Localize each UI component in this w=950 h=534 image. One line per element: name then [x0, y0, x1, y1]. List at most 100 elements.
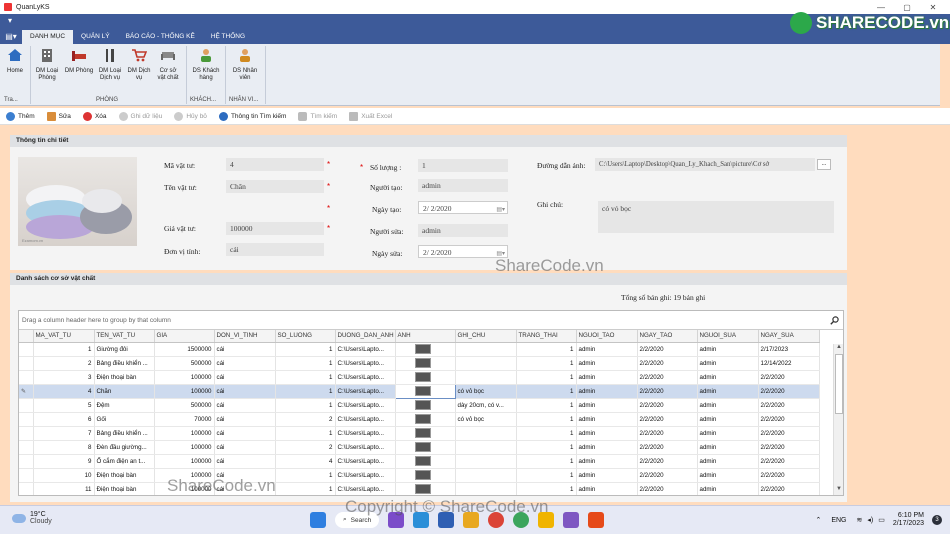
cell-so-luong[interactable]: 1 — [275, 370, 336, 385]
gia-vat-tu-field[interactable]: 100000 — [226, 222, 324, 235]
app-menu-icon[interactable]: ▤▾ — [0, 30, 22, 44]
cell-anh[interactable] — [395, 412, 456, 427]
ten-vat-tu-field[interactable]: Chăn — [226, 180, 324, 193]
volume-icon[interactable]: ◂) — [867, 516, 873, 524]
cell-ghi-chu[interactable] — [455, 440, 517, 455]
save-button[interactable]: Ghi dữ liệu — [118, 111, 162, 121]
cell-ghi-chu[interactable] — [455, 454, 517, 469]
cell-ghi-chu[interactable] — [455, 370, 517, 385]
cell-ten-vat-tu[interactable]: Điện thoại bàn — [94, 482, 155, 495]
ghi-chu-field[interactable]: có vỏ bọc — [598, 201, 834, 233]
dm-loai-phong-button[interactable]: DM Loại Phòng — [33, 48, 61, 82]
column-header-duong-dan-anh[interactable]: DUONG_DAN_ANH — [335, 330, 396, 343]
quick-access-dropdown-icon[interactable]: ▾ — [8, 16, 12, 25]
cell-ngay-sua[interactable]: 2/2/2020 — [758, 370, 820, 385]
scroll-up-icon[interactable]: ▲ — [834, 344, 843, 353]
cell-ten-vat-tu[interactable]: Ổ cắm điện an t... — [94, 454, 155, 469]
cell-ma-vat-tu[interactable]: 3 — [33, 370, 95, 385]
cell-gia[interactable]: 500000 — [154, 356, 215, 371]
cell-don-vi-tinh[interactable]: cái — [214, 384, 276, 399]
maximize-button[interactable]: ▢ — [894, 3, 920, 12]
cell-so-luong[interactable]: 4 — [275, 454, 336, 469]
cell-trang-thai[interactable]: 1 — [516, 440, 577, 455]
cell-trang-thai[interactable]: 1 — [516, 356, 577, 371]
cell-gia[interactable]: 100000 — [154, 426, 215, 441]
cell-nguoi-tao[interactable]: admin — [576, 398, 638, 413]
row-indicator[interactable] — [19, 468, 34, 483]
cell-ngay-tao[interactable]: 2/2/2020 — [637, 440, 698, 455]
cell-so-luong[interactable]: 2 — [275, 440, 336, 455]
column-header-so-luong[interactable]: SO_LUONG — [275, 330, 336, 343]
cell-don-vi-tinh[interactable]: cái — [214, 426, 276, 441]
cell-ten-vat-tu[interactable]: Giường đôi — [94, 342, 155, 357]
cell-ghi-chu[interactable] — [455, 468, 517, 483]
nguoi-tao-field[interactable]: admin — [418, 179, 508, 192]
cell-ten-vat-tu[interactable]: Điện thoại bàn — [94, 468, 155, 483]
cell-ngay-sua[interactable]: 2/2/2020 — [758, 454, 820, 469]
cell-so-luong[interactable]: 1 — [275, 342, 336, 357]
table-row[interactable]: 11 Điện thoại bàn 100000 cái 1 C:\Users\Lapto… — [19, 482, 820, 495]
edit-button[interactable]: Sửa — [46, 111, 71, 121]
cell-ghi-chu[interactable]: có vỏ bọc — [455, 412, 517, 427]
notification-badge[interactable]: 3 — [932, 515, 942, 525]
search-icon[interactable] — [830, 316, 839, 325]
cell-trang-thai[interactable]: 1 — [516, 342, 577, 357]
cell-don-vi-tinh[interactable]: cái — [214, 454, 276, 469]
cell-trang-thai[interactable]: 1 — [516, 482, 577, 495]
column-header-ghi-chu[interactable]: GHI_CHU — [455, 330, 517, 343]
row-indicator[interactable]: ✎ — [19, 384, 34, 399]
cell-don-vi-tinh[interactable]: cái — [214, 342, 276, 357]
row-indicator[interactable] — [19, 412, 34, 427]
row-indicator[interactable] — [19, 342, 34, 357]
column-header-ten-vat-tu[interactable]: TEN_VAT_TU — [94, 330, 155, 343]
cell-so-luong[interactable]: 1 — [275, 468, 336, 483]
cell-nguoi-tao[interactable]: admin — [576, 370, 638, 385]
cell-nguoi-tao[interactable]: admin — [576, 468, 638, 483]
cell-ten-vat-tu[interactable]: Bảng điều khiển ... — [94, 426, 155, 441]
cell-anh[interactable] — [395, 342, 456, 357]
cell-don-vi-tinh[interactable]: cái — [214, 440, 276, 455]
cell-nguoi-tao[interactable]: admin — [576, 482, 638, 495]
row-indicator[interactable] — [19, 370, 34, 385]
cell-nguoi-tao[interactable]: admin — [576, 342, 638, 357]
browse-button[interactable]: ... — [817, 159, 831, 170]
table-row[interactable]: 5 Đệm 500000 cái 1 C:\Users\Lapto... dày 20cm,… — [19, 398, 820, 413]
cell-so-luong[interactable]: 1 — [275, 482, 336, 495]
cell-anh[interactable] — [394, 383, 456, 399]
cell-so-luong[interactable]: 1 — [275, 384, 336, 399]
cell-duong-dan-anh[interactable]: C:\Users\Lapto... — [335, 412, 396, 427]
cell-ngay-tao[interactable]: 2/2/2020 — [637, 356, 698, 371]
weather-widget[interactable]: 19°C Cloudy — [12, 511, 52, 525]
cell-gia[interactable]: 1500000 — [154, 342, 215, 357]
scrollbar-thumb[interactable] — [835, 354, 843, 414]
row-indicator[interactable] — [19, 356, 34, 371]
column-header-anh[interactable]: ANH — [395, 330, 456, 343]
cell-ghi-chu[interactable]: dày 20cm, có v... — [455, 398, 517, 413]
cell-trang-thai[interactable]: 1 — [516, 384, 577, 399]
cell-ghi-chu[interactable]: có vỏ bọc — [455, 384, 517, 399]
close-button[interactable]: ✕ — [920, 3, 946, 12]
cell-nguoi-sua[interactable]: admin — [697, 482, 759, 495]
cell-nguoi-sua[interactable]: admin — [697, 412, 759, 427]
cell-ten-vat-tu[interactable]: Bảng điều khiển ... — [94, 356, 155, 371]
tab-quan-ly[interactable]: QUẢN LÝ — [73, 30, 118, 44]
cell-nguoi-tao[interactable]: admin — [576, 454, 638, 469]
cell-nguoi-sua[interactable]: admin — [697, 356, 759, 371]
cell-ten-vat-tu[interactable]: Đệm — [94, 398, 155, 413]
delete-button[interactable]: Xóa — [82, 111, 107, 121]
row-indicator[interactable] — [19, 426, 34, 441]
cell-ten-vat-tu[interactable]: Đèn đầu giường... — [94, 440, 155, 455]
cell-duong-dan-anh[interactable]: C:\Users\Lapto... — [335, 482, 396, 495]
language-indicator[interactable]: ENG — [831, 517, 846, 524]
vertical-scrollbar[interactable]: ▲ ▼ — [833, 344, 843, 495]
cell-duong-dan-anh[interactable]: C:\Users\Lapto... — [335, 440, 396, 455]
cell-duong-dan-anh[interactable]: C:\Users\Lapto... — [335, 384, 396, 399]
row-indicator[interactable] — [19, 398, 34, 413]
cell-gia[interactable]: 70000 — [154, 412, 215, 427]
nguoi-sua-field[interactable]: admin — [418, 224, 508, 237]
table-row[interactable]: 8 Đèn đầu giường... 100000 cái 2 C:\Users\Lap… — [19, 440, 820, 455]
table-row[interactable]: 9Ổ cắm điện an t... 100000 cái 4 C:\Users\La… — [19, 454, 820, 469]
search-button[interactable]: Tìm kiếm — [298, 111, 337, 121]
row-indicator[interactable] — [19, 482, 34, 495]
cell-nguoi-sua[interactable]: admin — [697, 440, 759, 455]
